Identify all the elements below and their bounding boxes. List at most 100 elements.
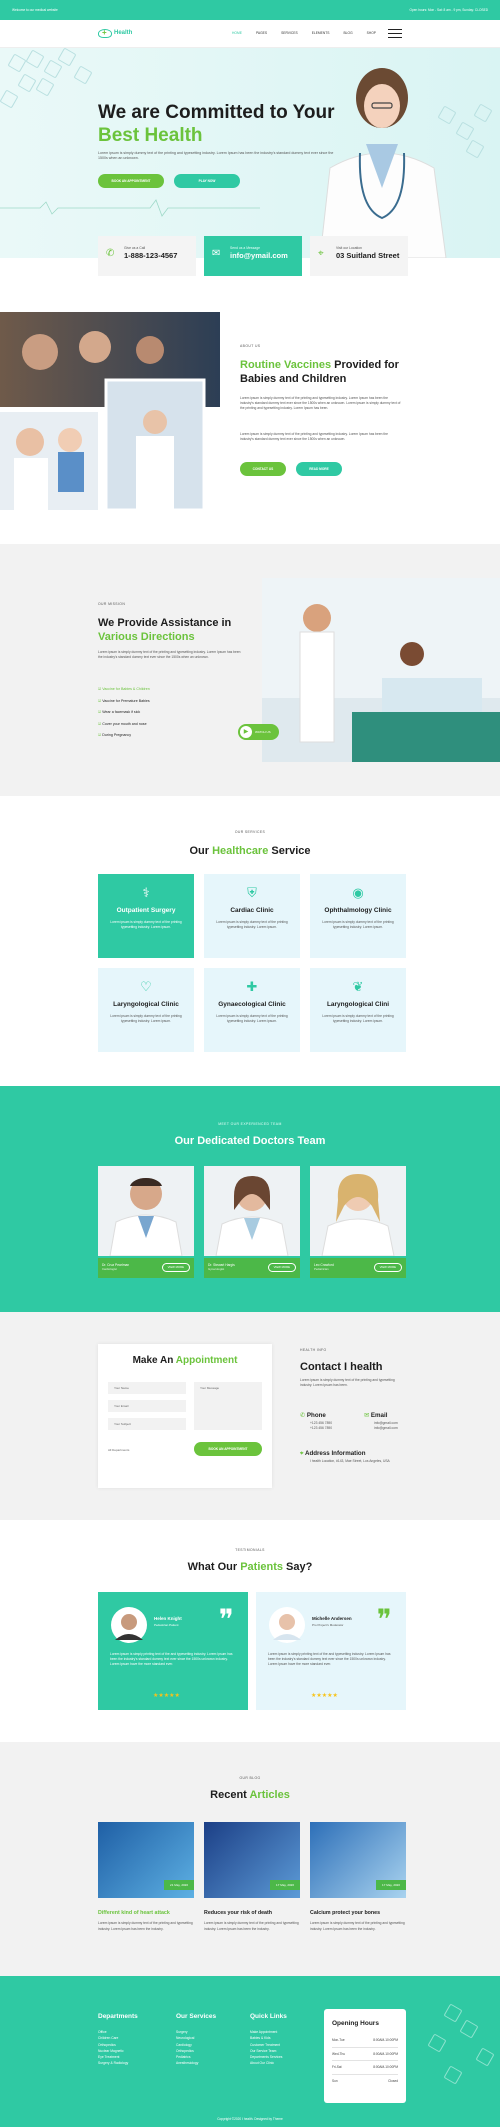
site-logo[interactable]: Health bbox=[98, 27, 132, 38]
testimonial-text: Lorem ipsum is simply printing text of t… bbox=[268, 1652, 391, 1667]
hero-doctor-image bbox=[319, 68, 447, 258]
subject-input[interactable]: Your Subject bbox=[108, 1418, 186, 1430]
appointment-form: Make An Appointment Your Name Your Email… bbox=[98, 1344, 272, 1488]
list-item: ☑ Vaccine for Babies & Children bbox=[98, 687, 150, 691]
service-card-laryngological-clinic[interactable]: ♡ Laryngological Clinic Lorem ipsum is sim… bbox=[98, 968, 194, 1052]
article-image: 17 May, 2020 bbox=[310, 1822, 406, 1898]
article-title: Different kind of heart attack bbox=[98, 1910, 170, 1916]
name-input[interactable]: Your Name bbox=[108, 1382, 186, 1394]
service-card-ophthalmology-clinic[interactable]: ◉ Ophthalmology Clinic Lorem ipsum is simp… bbox=[310, 874, 406, 958]
hand-heart-icon: ❦ bbox=[352, 979, 364, 994]
service-card-cardiac-clinic[interactable]: ⛨ Cardiac Clinic Lorem ipsum is simply dum… bbox=[204, 874, 300, 958]
open-hours-text: Open hours: Mon - Sat: 8 am - 9 pm, Sund… bbox=[409, 7, 488, 12]
testimonial-card: Helen Knight Pedestrian Patient ❞ Lorem … bbox=[98, 1592, 248, 1710]
medicine-icon: ✚ bbox=[246, 979, 258, 994]
contact-email-block: ✉ Email info@gmail.com info@gmail.com bbox=[364, 1412, 398, 1430]
book-appointment-submit-button[interactable]: BOOK AN APPOINTMENT bbox=[194, 1442, 262, 1456]
read-more-button[interactable]: READ MORE bbox=[296, 462, 342, 476]
department-select[interactable]: All Departments bbox=[108, 1448, 129, 1452]
testimonial-role: Pedestrian Patient bbox=[154, 1623, 179, 1627]
message-textarea[interactable]: Your Message bbox=[194, 1382, 262, 1430]
appointment-section: Make An Appointment Your Name Your Email… bbox=[0, 1312, 500, 1520]
stethoscope-icon: ⚕ bbox=[142, 885, 150, 900]
hamburger-menu-icon[interactable] bbox=[388, 28, 402, 39]
article-card[interactable]: 17 May, 2020 Calcium protect your bones … bbox=[310, 1822, 406, 1932]
doctor-photo bbox=[310, 1166, 406, 1257]
hero-section: We are Committed to Your Best Health Lore… bbox=[0, 48, 500, 258]
play-now-button[interactable]: PLAY NOW bbox=[174, 174, 240, 188]
article-date: 17 May, 2020 bbox=[270, 1879, 300, 1890]
watch-video-button[interactable]: ▶ WATCH US bbox=[238, 724, 279, 740]
article-image: 21 May, 2020 bbox=[98, 1822, 194, 1898]
nav-item-elements[interactable]: ELEMENTS bbox=[312, 31, 330, 36]
contact-card-phone[interactable]: ✆ Give us a Call 1-888-123-4567 bbox=[98, 236, 196, 276]
play-icon: ▶ bbox=[240, 726, 252, 738]
article-excerpt: Lorem ipsum is simply dummy text of the … bbox=[310, 1921, 405, 1931]
service-card-gynaecological-clinic[interactable]: ✚ Gynaecological Clinic Lorem ipsum is sim… bbox=[204, 968, 300, 1052]
book-appointment-button[interactable]: BOOK AN APPOINTMENT bbox=[98, 174, 164, 188]
contact-text: Lorem ipsum is simply dummy text of the … bbox=[300, 1378, 395, 1388]
list-item: ☑ Cover your mouth and nose bbox=[98, 721, 147, 726]
contact-phone-block: ✆ Phone +123 456 7890 +123 456 7890 bbox=[300, 1412, 333, 1430]
email-input[interactable]: Your Email bbox=[108, 1400, 186, 1412]
footer-quick-links: Quick Links Make Appointment Babies & Kid… bbox=[250, 2013, 287, 2066]
welcome-text: Welcome to our medical website bbox=[12, 7, 58, 12]
article-date: 21 May, 2020 bbox=[164, 1879, 194, 1890]
contact-title: Contact I health bbox=[300, 1361, 383, 1373]
mission-image bbox=[262, 578, 500, 762]
mission-eyebrow: OUR MISSION bbox=[98, 602, 126, 606]
services-title: Our Healthcare Service bbox=[189, 845, 311, 857]
doctor-card[interactable]: Leo Crawford Pediatrician VIEW MORE bbox=[310, 1166, 406, 1278]
article-card[interactable]: 17 May, 2020 Reduces your risk of death … bbox=[204, 1822, 300, 1932]
article-card[interactable]: 21 May, 2020 Different kind of heart att… bbox=[98, 1822, 194, 1932]
footer-services: Our Services Surgery Neurological Cardiolo… bbox=[176, 2013, 217, 2066]
heart-cross-icon bbox=[98, 27, 112, 38]
contact-card-email[interactable]: ✉ Send us a Message info@ymail.com bbox=[204, 236, 302, 276]
article-title: Calcium protect your bones bbox=[310, 1910, 381, 1916]
contact-eyebrow: HEALTH INFO bbox=[300, 1348, 327, 1352]
doctor-card[interactable]: Dr. Cruz Pearlman Cardiologist VIEW MORE bbox=[98, 1166, 194, 1278]
site-footer: Departments Office Children Care Orthopedi… bbox=[0, 1976, 500, 2127]
view-more-button[interactable]: VIEW MORE bbox=[373, 1263, 402, 1273]
star-rating: ★★★★★ bbox=[311, 1693, 338, 1699]
bed-icon: ⛨ bbox=[247, 885, 257, 900]
copyright-text: Copyright ©2020 I health. Designed by Th… bbox=[217, 2116, 283, 2121]
envelope-icon: ✉ bbox=[212, 248, 221, 259]
list-item: ☑ Vaccine for Premature Babies bbox=[98, 698, 150, 703]
testimonial-card: Michelle Andersen Pro Project's Moderato… bbox=[256, 1592, 406, 1710]
testimonials-title: What Our Patients Say? bbox=[187, 1561, 313, 1573]
service-card-outpatient-surgery[interactable]: ⚕ Outpatient Surgery Lorem ipsum is simply… bbox=[98, 874, 194, 958]
avatar bbox=[269, 1607, 305, 1643]
nav-item-home[interactable]: HOME bbox=[232, 31, 242, 36]
testimonial-name: Michelle Andersen bbox=[312, 1616, 352, 1621]
nav-item-shop[interactable]: SHOP bbox=[367, 31, 376, 36]
contact-us-button[interactable]: CONTACT US bbox=[240, 462, 286, 476]
mission-title: We Provide Assistance in Various Directio… bbox=[98, 617, 232, 643]
nav-item-services[interactable]: SERVICES bbox=[281, 31, 298, 36]
appointment-title: Make An Appointment bbox=[132, 1355, 238, 1366]
team-eyebrow: MEET OUR EXPERIENCED TEAM bbox=[218, 1122, 282, 1126]
mission-text: Lorem ipsum is simply dummy text of the … bbox=[98, 650, 241, 660]
list-item: ☑ Wear a facemask if sick bbox=[98, 710, 141, 715]
mission-section: OUR MISSION We Provide Assistance in Vari… bbox=[0, 544, 500, 796]
contact-card-location[interactable]: ⌖ Visit our Location 03 Suitland Street bbox=[310, 236, 408, 276]
eye-icon: ◉ bbox=[352, 885, 364, 900]
doctor-card[interactable]: Dr. Stewart Hargis Gynecologist VIEW MORE bbox=[204, 1166, 300, 1278]
view-more-button[interactable]: VIEW MORE bbox=[267, 1263, 296, 1273]
footer-departments: Departments Office Children Care Orthopedi… bbox=[98, 2013, 138, 2066]
nav-item-pages[interactable]: PAGES bbox=[256, 31, 267, 36]
nav-item-blog[interactable]: BLOG bbox=[343, 31, 352, 36]
testimonial-role: Pro Project's Moderator bbox=[312, 1623, 344, 1627]
about-section: ABOUT US Routine Vaccines Provided for B… bbox=[0, 300, 500, 530]
envelope-icon: ✉ bbox=[364, 1412, 371, 1419]
blog-title: Recent Articles bbox=[210, 1789, 290, 1801]
list-item: ☑ During Pregnancy bbox=[98, 733, 132, 738]
testimonials-section: TESTIMONIALS What Our Patients Say? Hele… bbox=[0, 1520, 500, 1742]
services-section: OUR SERVICES Our Healthcare Service ⚕ Out… bbox=[0, 796, 500, 1086]
quote-icon: ❞ bbox=[376, 1604, 392, 1635]
testimonial-name: Helen Knight bbox=[154, 1616, 182, 1621]
view-more-button[interactable]: VIEW MORE bbox=[161, 1263, 190, 1273]
doctor-photo bbox=[98, 1166, 194, 1257]
avatar bbox=[111, 1607, 147, 1643]
service-card-laryngological-clini[interactable]: ❦ Laryngological Clini Lorem ipsum is simp… bbox=[310, 968, 406, 1052]
